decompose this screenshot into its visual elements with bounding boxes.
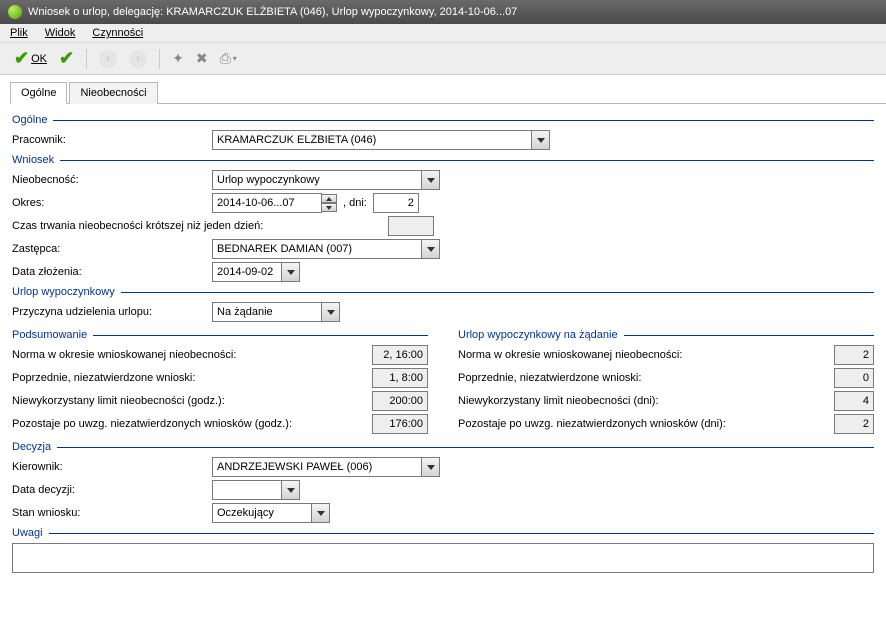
przyczyna-label: Przyczyna udzielenia urlopu:: [12, 306, 212, 318]
dni-value[interactable]: 2: [373, 193, 419, 213]
zastepca-combo[interactable]: [212, 239, 440, 259]
pozostaje-godz-value: 176:00: [372, 414, 428, 434]
data-zlozenia-label: Data złożenia:: [12, 266, 212, 278]
dropdown-icon[interactable]: [422, 170, 440, 190]
zastepca-input[interactable]: [212, 239, 422, 259]
poprzednie-value-2: 0: [834, 368, 874, 388]
group-urlop-wyp: Urlop wypoczynkowy: [12, 286, 874, 298]
group-podsumowanie: Podsumowanie: [12, 329, 428, 341]
data-decyzji-combo[interactable]: [212, 480, 300, 500]
stan-wniosku-input[interactable]: [212, 503, 312, 523]
nieobecnosc-label: Nieobecność:: [12, 174, 212, 186]
pozostaje-godz-label: Pozostaje po uwzg. niezatwierdzonych wni…: [12, 418, 372, 430]
tab-ogolne[interactable]: Ogólne: [10, 82, 67, 104]
niewykorzystany-godz-label: Niewykorzystany limit nieobecności (godz…: [12, 395, 372, 407]
nav-forward-button[interactable]: ›: [125, 48, 151, 70]
pracownik-input[interactable]: [212, 130, 532, 150]
group-na-zadanie: Urlop wypoczynkowy na żądanie: [458, 329, 874, 341]
pracownik-combo[interactable]: [212, 130, 550, 150]
tab-strip: Ogólne Nieobecności: [10, 81, 886, 104]
norma-label: Norma w okresie wnioskowanej nieobecnośc…: [12, 349, 372, 361]
kierownik-input[interactable]: [212, 457, 422, 477]
tools-button[interactable]: ✦: [168, 48, 188, 69]
dropdown-icon[interactable]: [422, 239, 440, 259]
kierownik-combo[interactable]: [212, 457, 440, 477]
poprzednie-value: 1, 8:00: [372, 368, 428, 388]
stan-wniosku-label: Stan wniosku:: [12, 507, 212, 519]
czas-trwania-value: [388, 216, 434, 236]
check-icon: ✔: [14, 48, 29, 69]
menu-bar: Plik Widok Czynności: [0, 24, 886, 43]
menu-czynnosci[interactable]: Czynności: [92, 27, 143, 39]
data-zlozenia-input[interactable]: [212, 262, 282, 282]
niewykorzystany-dni-label: Niewykorzystany limit nieobecności (dni)…: [458, 395, 834, 407]
dropdown-icon[interactable]: [322, 302, 340, 322]
uwagi-textarea[interactable]: [12, 543, 874, 573]
dropdown-icon[interactable]: [282, 480, 300, 500]
arrow-left-icon: ‹: [99, 50, 117, 68]
norma-value: 2, 16:00: [372, 345, 428, 365]
check-icon: ✔: [59, 48, 74, 69]
norma-value-2: 2: [834, 345, 874, 365]
toolbar-separator: [86, 49, 87, 69]
niewykorzystany-godz-value: 200:00: [372, 391, 428, 411]
print-icon: ⎙: [220, 50, 231, 67]
okres-spinner[interactable]: [321, 194, 337, 212]
group-decyzja: Decyzja: [12, 441, 874, 453]
data-zlozenia-combo[interactable]: [212, 262, 300, 282]
data-decyzji-input[interactable]: [212, 480, 282, 500]
stan-wniosku-combo[interactable]: [212, 503, 330, 523]
niewykorzystany-dni-value: 4: [834, 391, 874, 411]
chevron-down-icon[interactable]: [321, 203, 337, 212]
czas-trwania-label: Czas trwania nieobecności krótszej niż j…: [12, 220, 388, 232]
window-title: Wniosek o urlop, delegację: KRAMARCZUK E…: [28, 6, 517, 18]
nav-back-button[interactable]: ‹: [95, 48, 121, 70]
pozostaje-dni-label: Pozostaje po uwzg. niezatwierdzonych wni…: [458, 418, 834, 430]
kierownik-label: Kierownik:: [12, 461, 212, 473]
print-button[interactable]: ⎙▾: [216, 48, 241, 69]
dropdown-icon[interactable]: [282, 262, 300, 282]
dropdown-icon[interactable]: [422, 457, 440, 477]
okres-field[interactable]: [212, 193, 337, 213]
group-uwagi: Uwagi: [12, 527, 874, 539]
pracownik-label: Pracownik:: [12, 134, 212, 146]
zastepca-label: Zastępca:: [12, 243, 212, 255]
settings-button[interactable]: ✖: [192, 48, 212, 69]
ok-label: OK: [31, 53, 47, 65]
pozostaje-dni-value: 2: [834, 414, 874, 434]
dropdown-icon[interactable]: [532, 130, 550, 150]
nieobecnosc-input[interactable]: [212, 170, 422, 190]
chevron-up-icon[interactable]: [321, 194, 337, 203]
group-wniosek: Wniosek: [12, 154, 874, 166]
wand-icon: ✦: [172, 50, 184, 67]
arrow-right-icon: ›: [129, 50, 147, 68]
okres-label: Okres:: [12, 197, 212, 209]
toolbar-separator: [159, 49, 160, 69]
przyczyna-combo[interactable]: [212, 302, 340, 322]
ok-button[interactable]: ✔ OK: [10, 46, 51, 71]
app-icon: [8, 5, 22, 19]
przyczyna-input[interactable]: [212, 302, 322, 322]
dni-label: , dni:: [343, 197, 367, 209]
chevron-down-icon: ▾: [233, 54, 237, 63]
data-decyzji-label: Data decyzji:: [12, 484, 212, 496]
poprzednie-label: Poprzednie, niezatwierdzone wnioski:: [12, 372, 372, 384]
tab-nieobecnosci[interactable]: Nieobecności: [69, 82, 157, 104]
toolbar: ✔ OK ✔ ‹ › ✦ ✖ ⎙▾: [0, 43, 886, 75]
okres-input[interactable]: [212, 193, 322, 213]
nieobecnosc-combo[interactable]: [212, 170, 440, 190]
norma-label-2: Norma w okresie wnioskowanej nieobecnośc…: [458, 349, 834, 361]
window-titlebar: Wniosek o urlop, delegację: KRAMARCZUK E…: [0, 0, 886, 24]
dropdown-icon[interactable]: [312, 503, 330, 523]
poprzednie-label-2: Poprzednie, niezatwierdzone wnioski:: [458, 372, 834, 384]
wrench-icon: ✖: [196, 50, 208, 67]
menu-widok[interactable]: Widok: [45, 27, 76, 39]
menu-plik[interactable]: Plik: [10, 27, 28, 39]
group-ogolne: Ogólne: [12, 114, 874, 126]
apply-button[interactable]: ✔: [55, 46, 78, 71]
tab-content: Ogólne Pracownik: Wniosek Nieobecność: O…: [0, 104, 886, 588]
